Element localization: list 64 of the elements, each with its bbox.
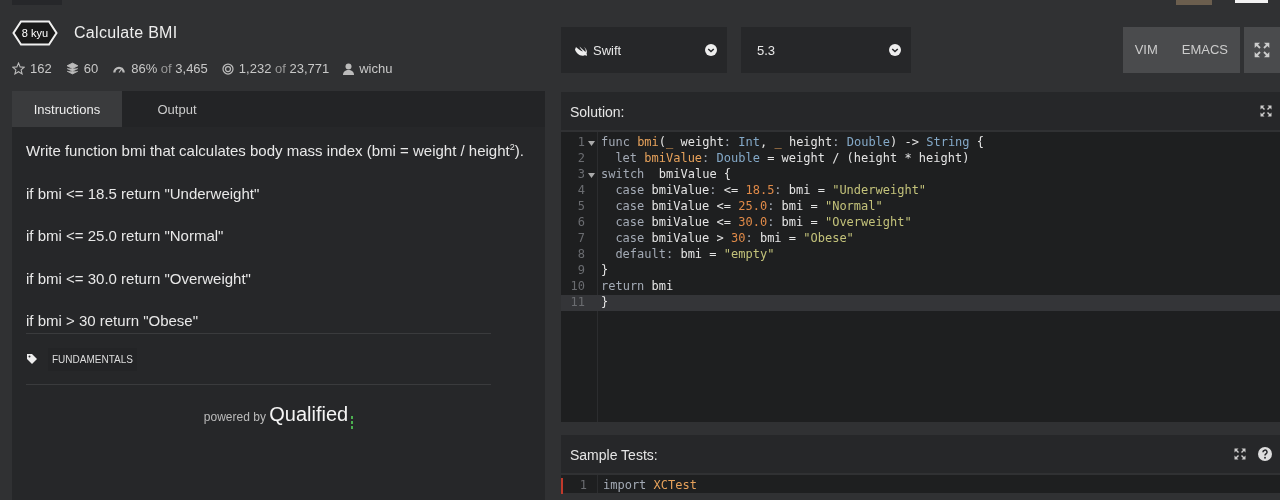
code-line: case bmiValue: <= 18.5: bmi = "Underweight" <box>614 183 927 199</box>
line-number: 4 <box>576 183 585 199</box>
stat-collections: 60 <box>83 61 99 76</box>
line-number: 11 <box>569 295 585 311</box>
line-number: 3 <box>576 167 585 183</box>
code-line: func bmi(_ weight: Int, _ height: Double) -> String { <box>600 135 984 151</box>
code-line: return bmi <box>600 279 674 295</box>
stat-author[interactable]: wichu <box>359 61 393 76</box>
instruction-text: Write function bmi that calculates body mass index (bmi = weight / height$^{2}$). <box>26 141 525 161</box>
fold-arrow-icon[interactable] <box>587 172 595 178</box>
tag-icon <box>26 353 38 365</box>
powered-by-text: powered by <box>203 410 267 424</box>
target-icon <box>221 62 234 75</box>
stat-completed: 1,232 of 23,771 <box>238 61 330 76</box>
line-number: 5 <box>576 199 585 215</box>
layers-icon <box>65 62 79 75</box>
code-line: case bmiValue <= 30.0: bmi = "Overweight" <box>614 215 912 231</box>
version-dropdown[interactable]: 5.3 <box>741 27 911 73</box>
code-line: case bmiValue <= 25.0: bmi = "Normal" <box>614 199 883 215</box>
panel-tab[interactable]: Instructions <box>12 91 122 127</box>
stat-stars: 162 <box>30 61 52 76</box>
section-title: Sample Tests: <box>570 446 658 463</box>
line-number: 8 <box>576 247 585 263</box>
line-number: 9 <box>576 263 585 279</box>
expand-icon <box>1254 42 1270 58</box>
code-line: let bmiValue: Double = weight / (height * height) <box>614 151 970 167</box>
chevron-down-icon <box>889 44 901 56</box>
fullscreen-icon[interactable] <box>1260 105 1272 117</box>
keymap-button[interactable]: EMACS <box>1169 27 1240 73</box>
rank-badge: 8 kyu <box>12 20 58 46</box>
code-line: } <box>600 263 609 279</box>
dots-icon <box>351 416 354 429</box>
line-number: 6 <box>576 215 585 231</box>
instruction-text: if bmi <= 25.0 return "Normal" <box>26 226 225 246</box>
panel-tab[interactable]: Output <box>122 91 232 127</box>
instruction-text: if bmi > 30 return "Obese" <box>26 311 199 331</box>
star-icon <box>12 62 25 75</box>
line-number: 2 <box>576 151 585 167</box>
code-editor[interactable]: 1 import XCTest <box>561 475 1280 493</box>
instruction-text: if bmi <= 18.5 return "Underweight" <box>26 183 261 204</box>
user-icon <box>343 62 355 75</box>
section-title: Solution: <box>570 103 625 120</box>
fold-arrow-icon[interactable] <box>587 140 595 146</box>
code-line: case bmiValue > 30: bmi = "Obese" <box>614 231 854 247</box>
kata-title: Calculate BMI <box>74 24 178 42</box>
stat-satisfaction: 86% of 3,465 <box>131 61 208 76</box>
line-number: 10 <box>569 279 585 295</box>
help-icon[interactable] <box>1258 447 1272 461</box>
language-dropdown[interactable]: Swift <box>561 27 727 73</box>
code-line: default: bmi = "empty" <box>614 247 775 263</box>
line-number: 1 <box>576 135 585 151</box>
code-line: switch bmiValue { <box>600 167 732 183</box>
brand-logo-text[interactable]: Qualified <box>269 403 349 425</box>
line-number: 1 <box>578 478 587 494</box>
line-number: 7 <box>576 231 585 247</box>
fullscreen-icon[interactable] <box>1234 448 1246 460</box>
fullscreen-button[interactable] <box>1244 27 1280 73</box>
instruction-text: if bmi <= 30.0 return "Overweight" <box>26 268 252 289</box>
keymap-button[interactable]: VIM <box>1122 27 1170 73</box>
chevron-down-icon <box>705 44 717 56</box>
code-line: } <box>600 295 609 311</box>
code-line: import XCTest <box>602 478 697 494</box>
code-editor[interactable] <box>561 132 1280 422</box>
bird-icon <box>575 44 587 56</box>
